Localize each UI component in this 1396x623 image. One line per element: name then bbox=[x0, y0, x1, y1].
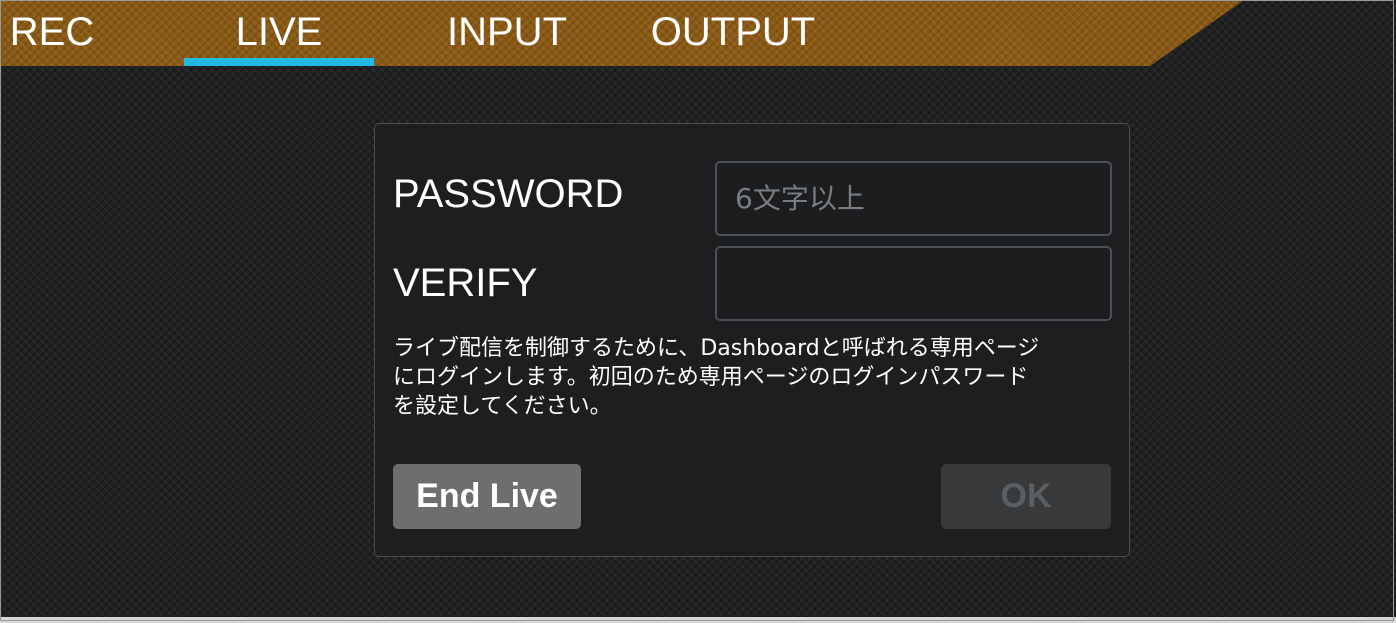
password-label: PASSWORD bbox=[393, 172, 624, 216]
instruction-text: ライブ配信を制御するために、Dashboardと呼ばれる専用ページ にログインし… bbox=[393, 334, 1113, 421]
tab-label: OUTPUT bbox=[650, 10, 816, 54]
tab-bar: REC LIVE INPUT OUTPUT bbox=[0, 0, 1244, 66]
tab-label: REC bbox=[9, 10, 95, 54]
bottom-border bbox=[0, 617, 1396, 623]
active-tab-indicator bbox=[184, 58, 374, 66]
tab-output[interactable]: OUTPUT bbox=[636, 0, 830, 66]
instruction-line: を設定してください。 bbox=[393, 394, 612, 419]
ok-button[interactable]: OK bbox=[941, 464, 1111, 529]
tab-label: LIVE bbox=[235, 10, 323, 54]
end-live-button[interactable]: End Live bbox=[393, 464, 581, 529]
tab-live[interactable]: LIVE bbox=[184, 0, 374, 66]
instruction-line: にログインします。初回のため専用ページのログインパスワード bbox=[393, 365, 1029, 390]
tab-label: INPUT bbox=[447, 10, 567, 54]
tab-input[interactable]: INPUT bbox=[422, 0, 592, 66]
password-setup-dialog: PASSWORD VERIFY ライブ配信を制御するために、Dashboardと… bbox=[374, 123, 1130, 557]
password-input[interactable] bbox=[715, 161, 1112, 236]
verify-input[interactable] bbox=[715, 246, 1112, 321]
verify-label: VERIFY bbox=[393, 261, 538, 305]
tab-rec[interactable]: REC bbox=[0, 0, 104, 66]
instruction-line: ライブ配信を制御するために、Dashboardと呼ばれる専用ページ bbox=[393, 336, 1040, 361]
